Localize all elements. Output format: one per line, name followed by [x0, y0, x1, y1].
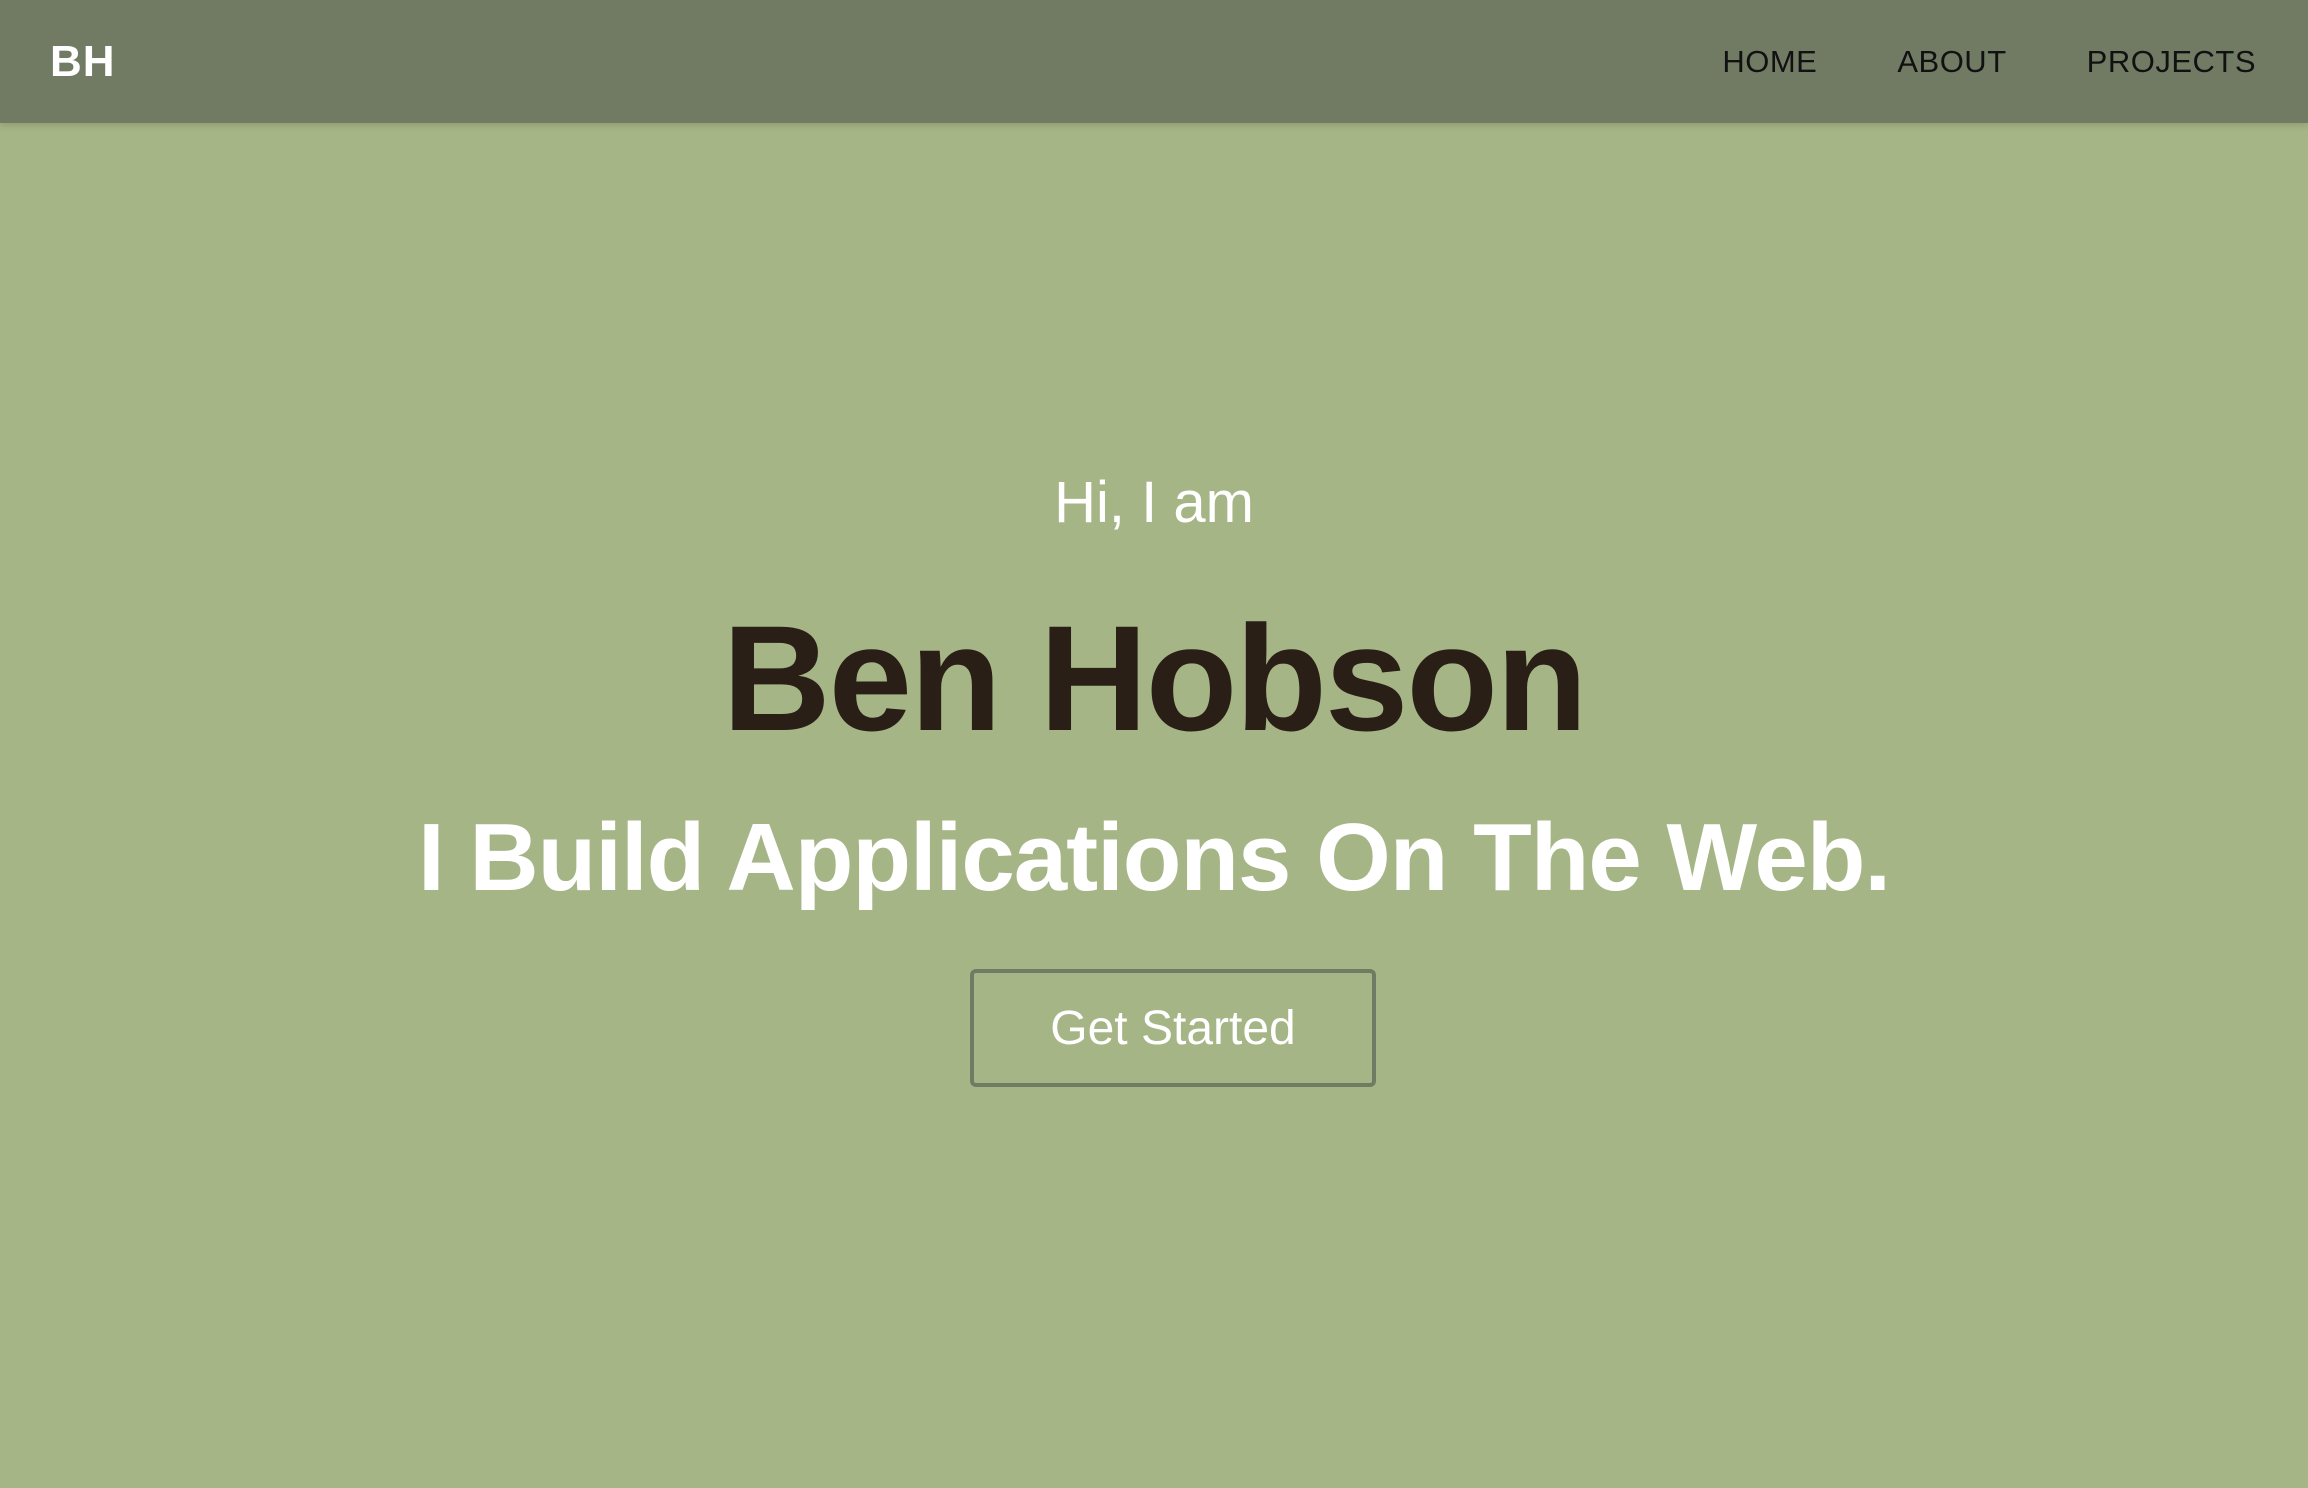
- hero-name: Ben Hobson: [722, 594, 1587, 762]
- hero-tagline: I Build Applications On The Web.: [417, 804, 1891, 911]
- get-started-button[interactable]: Get Started: [970, 969, 1376, 1087]
- logo-link[interactable]: BH: [50, 37, 116, 87]
- nav-links: HOME ABOUT PROJECTS: [1642, 44, 2256, 80]
- nav-link-home[interactable]: HOME: [1722, 44, 1817, 80]
- nav-link-projects[interactable]: PROJECTS: [2087, 44, 2256, 80]
- hero-greeting: Hi, I am: [1054, 470, 1254, 535]
- hero-section: Hi, I am Ben Hobson I Build Applications…: [0, 123, 2308, 1488]
- nav-link-about[interactable]: ABOUT: [1897, 44, 2006, 80]
- navbar: BH HOME ABOUT PROJECTS: [0, 0, 2308, 123]
